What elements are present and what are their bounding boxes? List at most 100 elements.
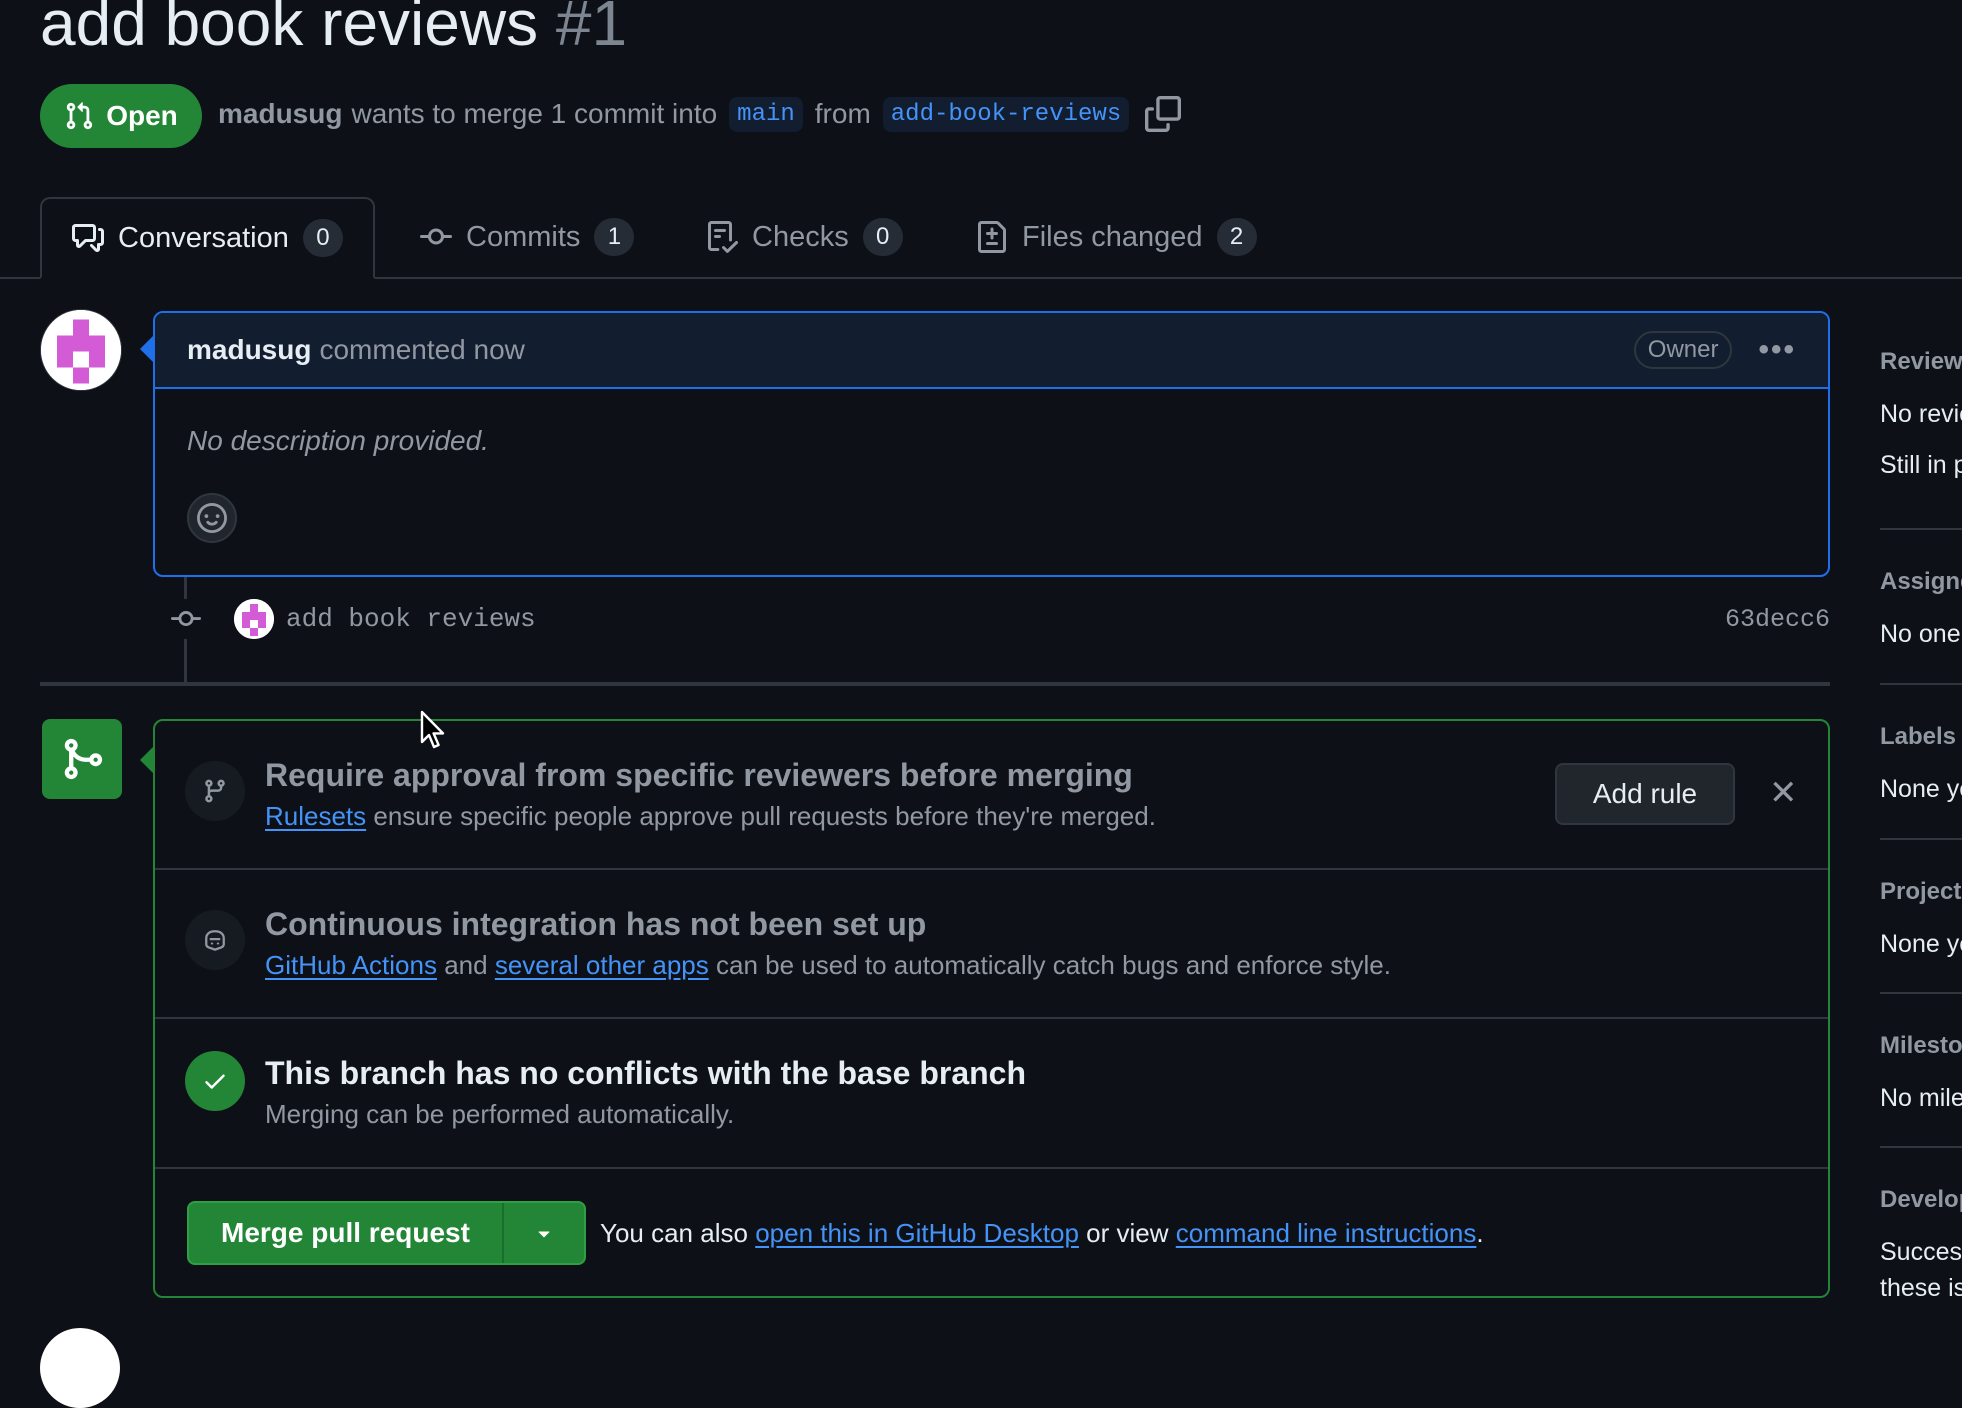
tab-label: Commits xyxy=(466,220,581,253)
sidebar-text: these issues. xyxy=(1880,1274,1962,1302)
add-reaction-button[interactable] xyxy=(187,493,237,543)
ci-title: Continuous integration has not been set … xyxy=(265,906,927,942)
comment-body: No description provided. xyxy=(187,425,489,456)
sidebar-heading[interactable]: Reviewers xyxy=(1880,348,1962,376)
tab-commits[interactable]: Commits 1 xyxy=(390,197,664,277)
ci-description: can be used to automatically catch bugs … xyxy=(715,950,1391,980)
merge-button-group: Merge pull request xyxy=(187,1201,586,1265)
github-desktop-link[interactable]: open this in GitHub Desktop xyxy=(755,1218,1079,1248)
sidebar-reviewers: Reviewers No reviews Still in progress? xyxy=(1880,330,1962,530)
other-apps-link[interactable]: several other apps xyxy=(495,950,709,980)
ruleset-description: ensure specific people approve pull requ… xyxy=(373,801,1156,831)
sidebar-text: No reviews xyxy=(1880,400,1962,428)
sidebar-text: No milestone xyxy=(1880,1084,1962,1112)
comment-meta[interactable]: commented now xyxy=(319,334,524,366)
commit-row: add book reviews 63decc6 xyxy=(166,594,1830,644)
avatar[interactable] xyxy=(40,1328,120,1408)
ruleset-text: Rulesets ensure specific people approve … xyxy=(265,801,1156,832)
tab-count: 2 xyxy=(1216,218,1257,256)
tab-conversation[interactable]: Conversation 0 xyxy=(40,197,375,279)
sidebar-assignees: Assignees No one assigned xyxy=(1880,530,1962,685)
sidebar-development: Development Successfully merging this pu… xyxy=(1880,1148,1962,1348)
tab-label: Files changed xyxy=(1022,220,1203,253)
ci-suggestion: Continuous integration has not been set … xyxy=(155,870,1828,1019)
sidebar-heading[interactable]: Assignees xyxy=(1880,568,1962,596)
merge-box: Require approval from specific reviewers… xyxy=(153,719,1830,1298)
from-text: from xyxy=(814,98,871,129)
pr-description-comment: madusug commented now Owner ••• No descr… xyxy=(153,311,1830,577)
comment-discussion-icon xyxy=(72,224,104,252)
git-pull-request-icon xyxy=(67,102,93,130)
ci-and: and xyxy=(444,950,488,980)
pr-title-text: add book reviews xyxy=(40,0,539,59)
commit-message-link[interactable]: add book reviews xyxy=(286,604,536,634)
sidebar-projects: Projects None yet xyxy=(1880,840,1962,994)
head-branch[interactable]: add-book-reviews xyxy=(882,96,1130,132)
merge-note-middle: or view xyxy=(1086,1218,1169,1248)
sidebar-text: Still in progress? xyxy=(1880,451,1962,479)
git-commit-icon xyxy=(166,599,206,639)
sidebar-heading[interactable]: Development xyxy=(1880,1186,1962,1214)
sidebar-heading[interactable]: Projects xyxy=(1880,878,1962,906)
tab-count: 0 xyxy=(862,218,903,256)
triangle-down-icon xyxy=(538,1231,550,1238)
commit-sha-link[interactable]: 63decc6 xyxy=(1725,605,1830,634)
sidebar-text: No one assigned xyxy=(1880,620,1962,648)
merge-text: wants to merge 1 commit into xyxy=(351,98,718,129)
add-rule-button[interactable]: Add rule xyxy=(1555,763,1735,825)
tab-count: 0 xyxy=(302,219,343,257)
pr-number: #1 xyxy=(555,0,628,59)
smiley-icon xyxy=(197,503,227,533)
merge-summary: madusug wants to merge 1 commit into mai… xyxy=(218,96,1182,132)
rulesets-link[interactable]: Rulesets xyxy=(265,801,366,831)
merge-note-suffix: . xyxy=(1476,1218,1484,1248)
commit-avatar[interactable] xyxy=(234,599,274,639)
sidebar-heading[interactable]: Milestone xyxy=(1880,1032,1962,1060)
tab-label: Checks xyxy=(752,220,849,253)
git-commit-icon xyxy=(420,228,452,245)
command-line-link[interactable]: command line instructions xyxy=(1176,1218,1477,1248)
identicon-icon xyxy=(41,310,121,390)
conflicts-text: Merging can be performed automatically. xyxy=(265,1099,735,1129)
comment-author[interactable]: madusug xyxy=(187,334,311,366)
pr-sidebar: Reviewers No reviews Still in progress? … xyxy=(1880,330,1962,1348)
merge-box-caret xyxy=(140,746,154,774)
pr-author-link[interactable]: madusug xyxy=(218,98,342,130)
tab-checks[interactable]: Checks 0 xyxy=(676,197,933,277)
ruleset-suggestion: Require approval from specific reviewers… xyxy=(155,721,1828,870)
base-branch[interactable]: main xyxy=(729,96,803,132)
sidebar-text: Successfully merging this pull request m… xyxy=(1880,1238,1962,1266)
conflicts-title: This branch has no conflicts with the ba… xyxy=(265,1055,1027,1091)
sidebar-text: None yet xyxy=(1880,775,1962,803)
sidebar-text: None yet xyxy=(1880,930,1962,958)
pr-state-label: Open xyxy=(106,100,178,131)
merge-note-prefix: You can also xyxy=(600,1218,748,1248)
owner-badge: Owner xyxy=(1633,331,1733,369)
comment-header: madusug commented now Owner ••• xyxy=(155,313,1828,389)
git-branch-icon xyxy=(185,761,245,821)
tab-label: Conversation xyxy=(118,221,289,254)
comment-caret xyxy=(140,335,154,363)
pr-title: add book reviews #1 xyxy=(40,0,627,60)
pr-state-badge: Open xyxy=(40,84,202,148)
sidebar-milestone: Milestone No milestone xyxy=(1880,994,1962,1148)
git-merge-icon xyxy=(64,738,103,780)
merge-options-dropdown[interactable] xyxy=(504,1203,584,1263)
check-icon xyxy=(185,1051,245,1111)
tab-files-changed[interactable]: Files changed 2 xyxy=(946,197,1287,277)
checklist-icon xyxy=(708,221,738,253)
kebab-horizontal-icon[interactable]: ••• xyxy=(1758,333,1796,367)
avatar[interactable] xyxy=(40,309,122,391)
timeline-divider xyxy=(40,682,1830,686)
merge-pull-request-button[interactable]: Merge pull request xyxy=(189,1203,504,1263)
copilot-icon xyxy=(185,910,245,970)
copy-icon[interactable] xyxy=(1145,96,1182,132)
file-diff-icon xyxy=(978,221,1006,253)
sidebar-labels: Labels None yet xyxy=(1880,685,1962,840)
github-actions-link[interactable]: GitHub Actions xyxy=(265,950,437,980)
close-icon[interactable]: ✕ xyxy=(1769,773,1798,813)
pr-tabs: Conversation 0 Commits 1 Checks 0 Files … xyxy=(0,197,1962,279)
merge-actions: Merge pull request You can also open thi… xyxy=(155,1169,1828,1296)
sidebar-heading[interactable]: Labels xyxy=(1880,723,1956,751)
conflicts-status: This branch has no conflicts with the ba… xyxy=(155,1019,1828,1169)
